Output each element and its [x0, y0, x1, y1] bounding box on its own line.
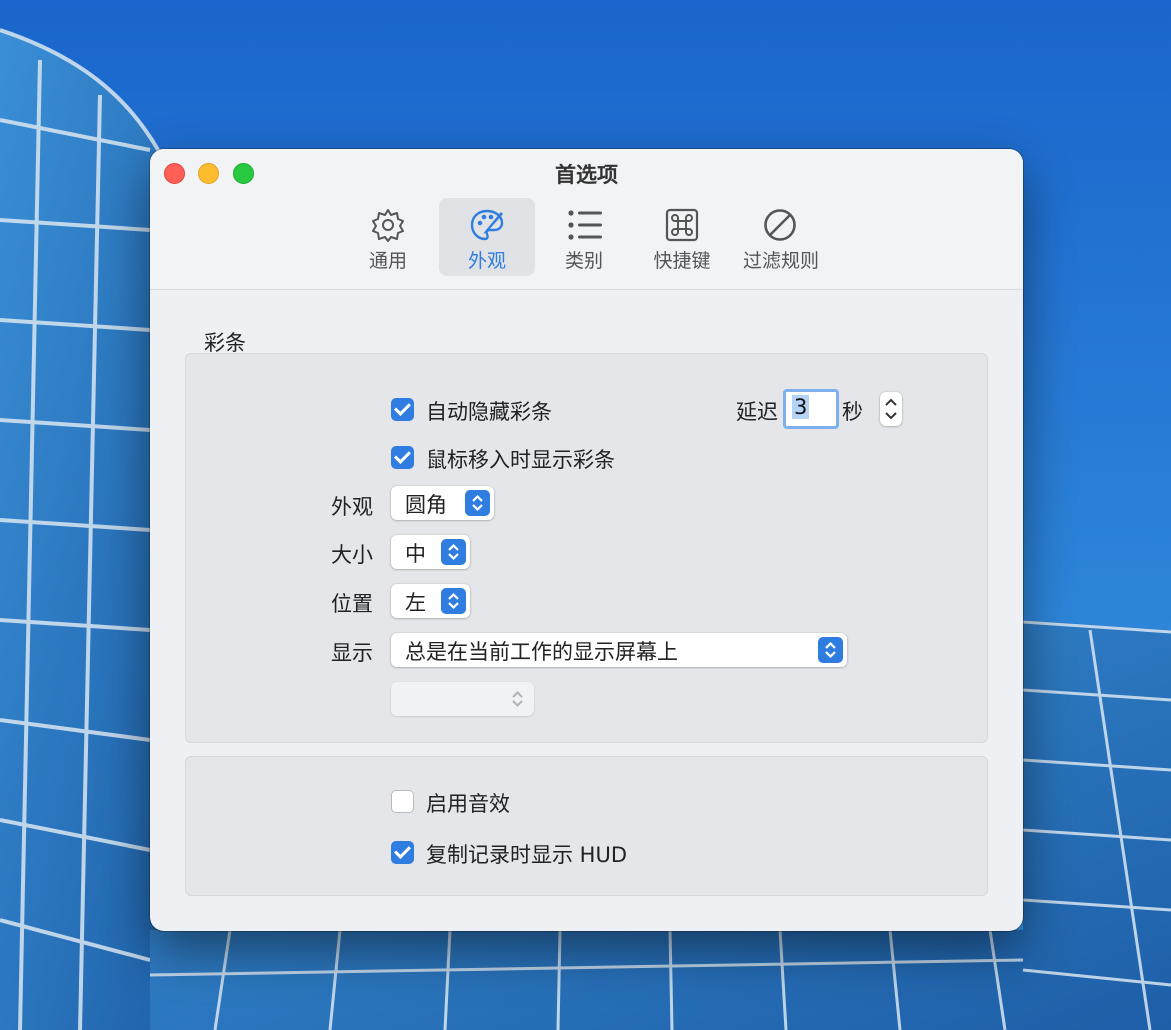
position-select[interactable]: 左 [391, 584, 470, 618]
delay-stepper[interactable] [880, 392, 902, 426]
tab-shortcuts[interactable]: 快捷键 [634, 198, 730, 276]
select-arrows [818, 637, 843, 663]
enable-sound-label: 启用音效 [426, 792, 510, 816]
tab-label: 过滤规则 [742, 250, 819, 272]
chevron-up-down-icon [472, 494, 483, 512]
size-select[interactable]: 中 [391, 535, 470, 569]
prohibited-icon [764, 209, 796, 241]
gear-icon [372, 209, 404, 242]
tab-label: 外观 [467, 250, 506, 272]
appearance-value: 圆角 [405, 493, 447, 517]
chevron-up-down-icon [448, 543, 459, 561]
show-hud-checkbox[interactable] [391, 841, 414, 864]
preferences-window: 首选项 通用 外观 类别 快捷键 过滤规则 彩条 自动隐藏彩条 延迟 3 秒 鼠… [150, 149, 1023, 931]
enable-sound-checkbox[interactable] [391, 790, 414, 813]
show-on-hover-checkbox[interactable] [391, 446, 414, 469]
chevron-up-down-icon [448, 592, 459, 610]
display-label: 显示 [331, 641, 373, 665]
chevron-up-down-icon [825, 641, 836, 659]
sound-hud-settings-panel [185, 756, 988, 896]
display-value: 总是在当前工作的显示屏幕上 [405, 640, 678, 664]
size-value: 中 [405, 542, 426, 566]
auto-hide-checkbox[interactable] [391, 398, 414, 421]
position-value: 左 [405, 591, 426, 615]
tab-categories[interactable]: 类别 [536, 198, 632, 276]
tab-label: 通用 [368, 250, 407, 272]
tab-general[interactable]: 通用 [340, 198, 436, 276]
display-select[interactable]: 总是在当前工作的显示屏幕上 [391, 633, 847, 667]
show-on-hover-label: 鼠标移入时显示彩条 [426, 448, 615, 472]
tab-label: 快捷键 [653, 250, 711, 272]
show-hud-label: 复制记录时显示 HUD [426, 843, 628, 867]
stepper-arrows-icon [885, 398, 897, 420]
window-title: 首选项 [555, 163, 618, 187]
select-arrows [441, 539, 466, 565]
delay-seconds-input[interactable]: 3 [783, 389, 839, 429]
select-arrows [465, 490, 490, 516]
delay-unit: 秒 [842, 400, 863, 424]
tab-label: 类别 [564, 250, 603, 272]
chevron-up-down-icon [512, 691, 523, 707]
list-icon [568, 210, 602, 240]
tab-filter-rules[interactable]: 过滤规则 [732, 198, 830, 276]
tab-appearance[interactable]: 外观 [439, 198, 535, 276]
command-icon [665, 208, 699, 242]
toolbar: 首选项 通用 外观 类别 快捷键 过滤规则 [150, 149, 1023, 290]
auto-hide-label: 自动隐藏彩条 [426, 400, 552, 424]
delay-value: 3 [792, 395, 810, 419]
delay-label: 延迟 [736, 400, 778, 424]
screen-select-disabled [391, 682, 534, 716]
position-label: 位置 [331, 592, 373, 616]
palette-icon [470, 209, 504, 241]
appearance-select[interactable]: 圆角 [391, 486, 494, 520]
preferences-tabs: 通用 外观 类别 快捷键 过滤规则 [150, 198, 1023, 278]
size-label: 大小 [331, 543, 373, 567]
appearance-label: 外观 [331, 495, 373, 519]
select-arrows [441, 588, 466, 614]
